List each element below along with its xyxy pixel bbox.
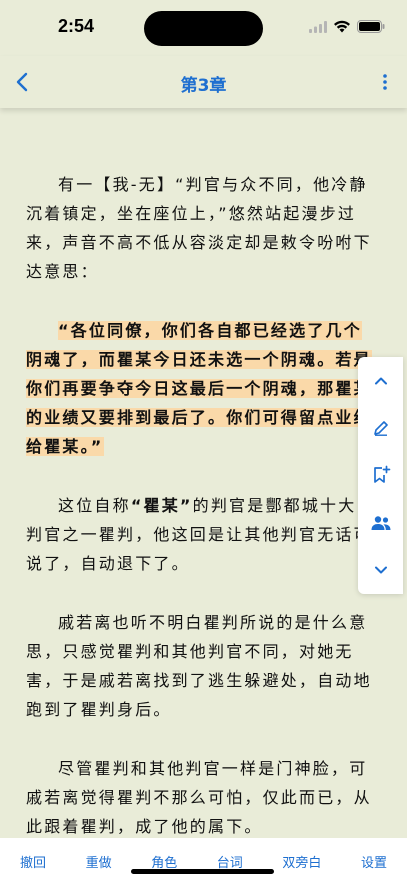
side-toolbar <box>358 357 403 594</box>
battery-icon <box>357 18 385 37</box>
paragraph-3[interactable]: 这位自称“瞿某”的判官是酆都城十大判官之一瞿判，他这回是让其他判官无话可说了，自… <box>26 491 372 578</box>
bookmark-plus-icon[interactable] <box>369 463 393 487</box>
home-indicator <box>131 869 274 874</box>
chapter-content: 有一【我-无】“判官与众不同，他冷静沉着镇定，坐在座位上，”悠然站起漫步过来，声… <box>26 170 372 871</box>
dialogue-button[interactable]: 台词 <box>217 838 243 883</box>
role-button[interactable]: 角色 <box>151 838 177 883</box>
double-aside-button[interactable]: 双旁白 <box>282 838 321 883</box>
paragraph-1[interactable]: 有一【我-无】“判官与众不同，他冷静沉着镇定，坐在座位上，”悠然站起漫步过来，声… <box>26 170 372 286</box>
cellular-signal-icon <box>309 18 327 37</box>
people-icon[interactable] <box>369 511 393 535</box>
settings-button[interactable]: 设置 <box>361 838 387 883</box>
dynamic-island <box>144 11 263 46</box>
chapter-title: 第3章 <box>180 76 227 96</box>
redo-button[interactable]: 重做 <box>86 838 112 883</box>
navigation-bar: 第3章 <box>0 56 407 108</box>
status-time: 2:54 <box>58 16 95 36</box>
highlighted-dialogue: “各位同僚，你们各自都已经选了几个阴魂了，而瞿某今日还未选一个阴魂。若是你们再要… <box>26 321 372 456</box>
chevron-up-icon[interactable] <box>369 369 393 393</box>
paragraph-4[interactable]: 戚若离也听不明白瞿判所说的是什么意思，只感觉瞿判和其他判官不同，对她无害，于是戚… <box>26 608 372 724</box>
status-bar: 2:54 <box>0 0 407 56</box>
paragraph-2-highlighted[interactable]: “各位同僚，你们各自都已经选了几个阴魂了，而瞿某今日还未选一个阴魂。若是你们再要… <box>26 316 372 461</box>
more-options-icon[interactable] <box>381 72 389 92</box>
status-icons <box>309 18 385 37</box>
undo-button[interactable]: 撤回 <box>20 838 46 883</box>
pencil-icon[interactable] <box>369 416 393 440</box>
wifi-icon <box>333 18 351 37</box>
paragraph-3-text-a: 这位自称 <box>58 496 131 515</box>
role-name-mark: “瞿某” <box>130 496 193 515</box>
bottom-toolbar: 撤回 重做 角色 台词 双旁白 设置 <box>0 838 407 883</box>
chevron-down-icon[interactable] <box>369 558 393 582</box>
paragraph-5[interactable]: 尽管瞿判和其他判官一样是门神脸，可戚若离觉得瞿判不那么可怕，仅此而已，从此跟着瞿… <box>26 754 372 841</box>
